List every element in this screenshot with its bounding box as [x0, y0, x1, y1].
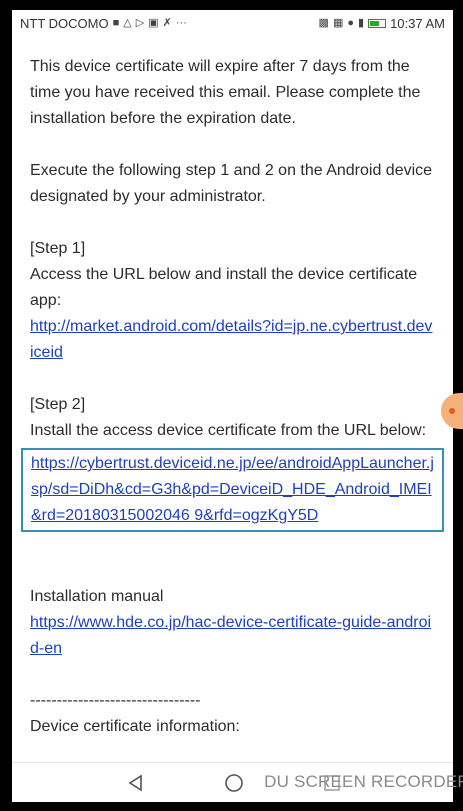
step-1-label: [Step 1] [30, 240, 86, 257]
step-2-block: [Step 2] Install the access device certi… [21, 392, 444, 532]
video-camera-icon: ■ [112, 16, 120, 29]
back-button[interactable] [124, 771, 148, 795]
step-2-label: [Step 2] [30, 396, 86, 413]
status-left: NTT DOCOMO ■ △ ▷ ▣ ✗ ··· [20, 16, 187, 31]
email-body[interactable]: This device certificate will expire afte… [12, 36, 453, 762]
status-right: ▩ ▦ ● ▮ 10:37 AM [319, 16, 445, 31]
intro-paragraph: This device certificate will expire afte… [30, 58, 421, 127]
manual-label: Installation manual [30, 588, 164, 605]
market-link[interactable]: http://market.android.com/details?id=jp.… [30, 318, 432, 361]
manual-link[interactable]: https://www.hde.co.jp/hac-device-certifi… [30, 614, 431, 657]
status-bar: NTT DOCOMO ■ △ ▷ ▣ ✗ ··· ▩ ▦ ● ▮ 10:37 A… [12, 10, 453, 36]
divider-line: -------------------------------- [30, 692, 201, 709]
step-1-block: [Step 1] Access the URL below and instal… [30, 236, 435, 366]
screen-recorder-watermark: DU SCREEN RECORDER [264, 766, 463, 798]
warning-icon: △ [123, 16, 132, 29]
manual-block: Installation manual https://www.hde.co.j… [30, 584, 435, 662]
step-2-text: Install the access device certificate fr… [30, 422, 427, 439]
certificate-link[interactable]: https://cybertrust.deviceid.ne.jp/ee/and… [31, 455, 434, 524]
signal-icon: ▮ [358, 16, 365, 29]
cast-icon: ▩ [318, 16, 329, 29]
carrier-name: NTT DOCOMO [20, 15, 109, 31]
clock: 10:37 AM [390, 15, 445, 31]
more-notifications-icon: ··· [175, 16, 187, 29]
phone-screen: NTT DOCOMO ■ △ ▷ ▣ ✗ ··· ▩ ▦ ● ▮ 10:37 A… [0, 0, 463, 811]
save-icon: ▣ [148, 16, 159, 29]
certificate-link-highlight[interactable]: https://cybertrust.deviceid.ne.jp/ee/and… [21, 448, 444, 532]
missed-call-icon: ✗ [162, 16, 172, 29]
step-1-text: Access the URL below and install the dev… [30, 266, 418, 309]
instruction-paragraph: Execute the following step 1 and 2 on th… [30, 162, 433, 205]
certificate-info-label: Device certificate information: [30, 718, 240, 735]
vibrate-icon: ▦ [332, 16, 344, 29]
play-store-icon: ▷ [135, 16, 145, 29]
home-button[interactable] [222, 771, 246, 795]
home-circle-icon [225, 774, 243, 792]
back-triangle-icon [128, 774, 142, 792]
battery-icon [368, 18, 387, 28]
wifi-icon: ● [347, 16, 354, 29]
